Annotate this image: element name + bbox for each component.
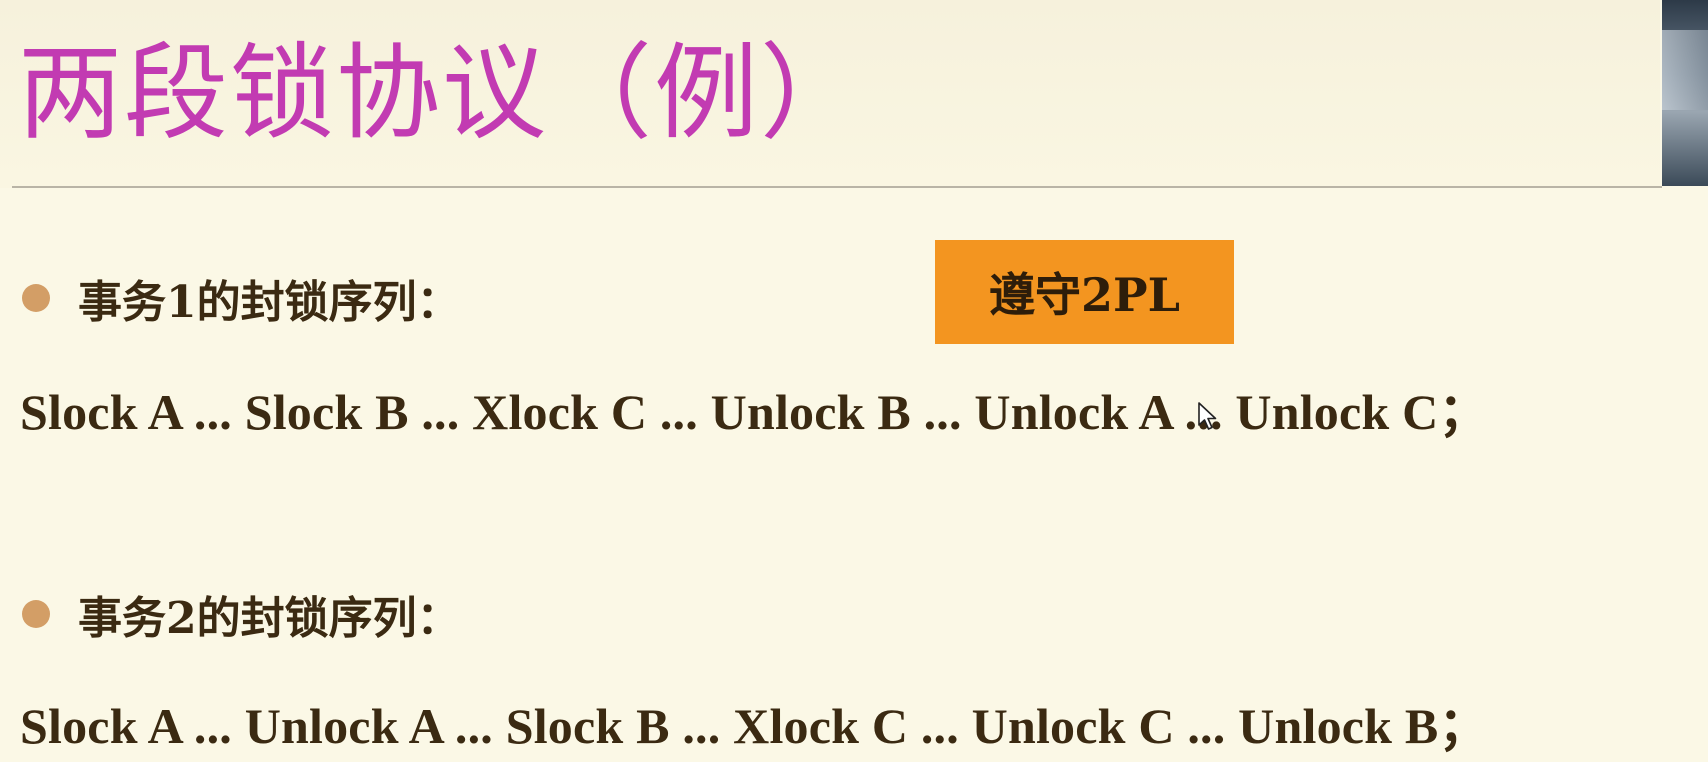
title-divider [12,186,1662,188]
transaction-1-heading: 事务1的封锁序列： [78,277,461,328]
transaction-1-lock-sequence: Slock A ... Slock B ... Xlock C ... Unlo… [20,384,1489,440]
follows-2pl-badge: 遵守2PL [935,240,1234,344]
transaction-2-heading: 事务2的封锁序列： [78,593,461,644]
bullet-icon [22,284,50,312]
window-edge-strip [1662,0,1708,186]
transaction-1-heading-row: 事务1的封锁序列： [22,258,461,338]
bullet-icon [22,600,50,628]
transaction-2-heading-row: 事务2的封锁序列： [22,574,461,654]
badge-label: 遵守2PL [989,268,1180,322]
slide-title: 两段锁协议（例） [18,32,867,154]
transaction-2-lock-sequence: Slock A ... Unlock A ... Slock B ... Xlo… [20,698,1489,754]
mouse-cursor-icon [1198,402,1217,430]
